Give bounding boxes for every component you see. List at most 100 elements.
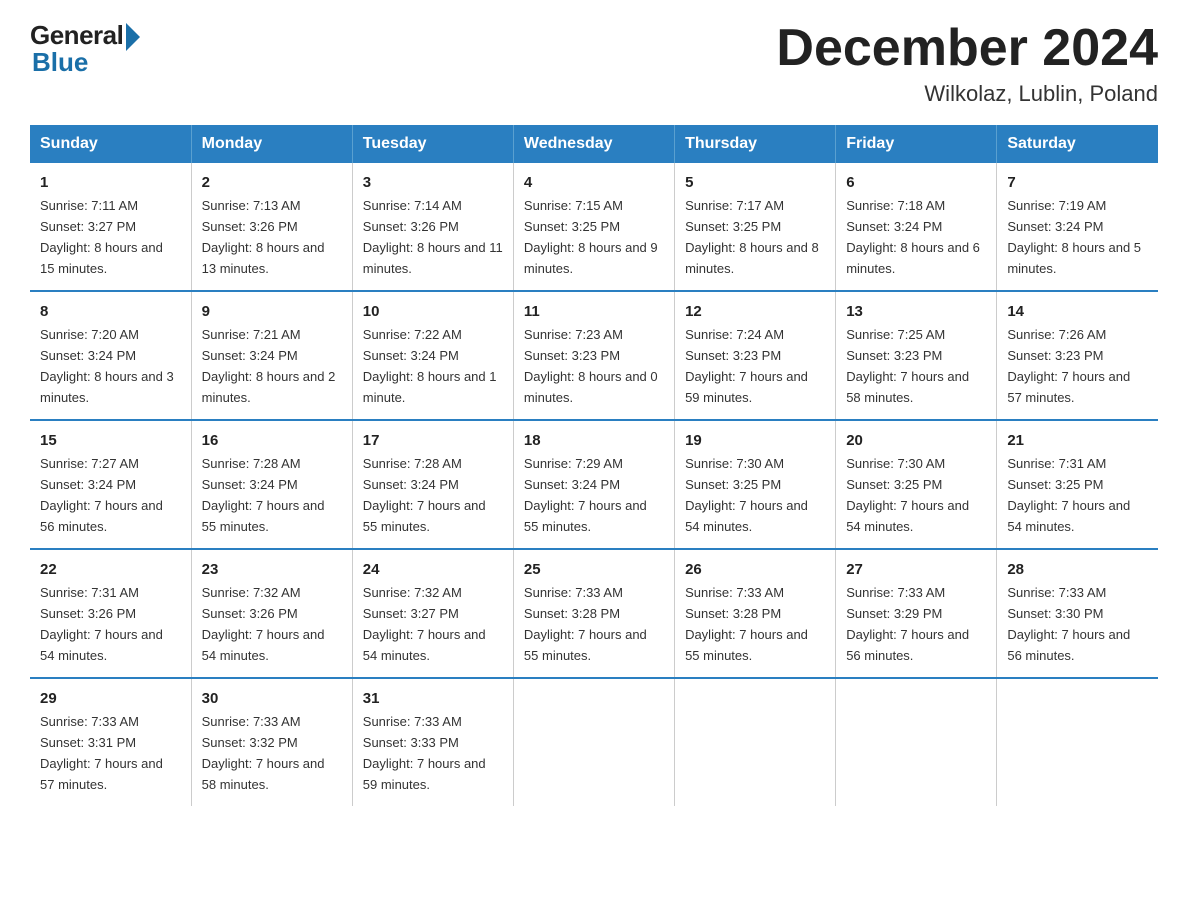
weekday-header-friday: Friday [836,125,997,163]
day-number: 30 [202,687,342,710]
calendar-cell: 13 Sunrise: 7:25 AMSunset: 3:23 PMDayligh… [836,291,997,420]
calendar-week-row: 8Sunrise: 7:20 AMSunset: 3:24 PMDaylight… [30,291,1158,420]
day-info: Sunrise: 7:25 AMSunset: 3:23 PMDaylight:… [846,327,969,405]
day-number: 25 [524,558,664,581]
weekday-header-tuesday: Tuesday [352,125,513,163]
calendar-week-row: 1 Sunrise: 7:11 AMSunset: 3:27 PMDaylight… [30,163,1158,291]
day-info: Sunrise: 7:28 AMSunset: 3:24 PMDaylight:… [363,456,486,534]
day-number: 24 [363,558,503,581]
day-info: Sunrise: 7:33 AMSunset: 3:32 PMDaylight:… [202,714,325,792]
day-info: Sunrise: 7:33 AMSunset: 3:33 PMDaylight:… [363,714,486,792]
day-number: 16 [202,429,342,452]
calendar-cell: 2 Sunrise: 7:13 AMSunset: 3:26 PMDaylight… [191,163,352,291]
calendar-cell: 28Sunrise: 7:33 AMSunset: 3:30 PMDayligh… [997,549,1158,678]
day-info: Sunrise: 7:19 AMSunset: 3:24 PMDaylight:… [1007,198,1141,276]
calendar-cell: 6 Sunrise: 7:18 AMSunset: 3:24 PMDaylight… [836,163,997,291]
calendar-cell: 12Sunrise: 7:24 AMSunset: 3:23 PMDayligh… [675,291,836,420]
calendar-cell: 26Sunrise: 7:33 AMSunset: 3:28 PMDayligh… [675,549,836,678]
calendar-cell: 30 Sunrise: 7:33 AMSunset: 3:32 PMDayligh… [191,678,352,806]
calendar-cell: 16Sunrise: 7:28 AMSunset: 3:24 PMDayligh… [191,420,352,549]
day-info: Sunrise: 7:29 AMSunset: 3:24 PMDaylight:… [524,456,647,534]
day-number: 8 [40,300,181,323]
day-info: Sunrise: 7:30 AMSunset: 3:25 PMDaylight:… [685,456,808,534]
weekday-header-row: SundayMondayTuesdayWednesdayThursdayFrid… [30,125,1158,163]
calendar-cell: 4 Sunrise: 7:15 AMSunset: 3:25 PMDaylight… [513,163,674,291]
calendar-cell: 8Sunrise: 7:20 AMSunset: 3:24 PMDaylight… [30,291,191,420]
logo-blue-text: Blue [32,47,88,78]
calendar-cell: 29Sunrise: 7:33 AMSunset: 3:31 PMDayligh… [30,678,191,806]
calendar-cell: 19Sunrise: 7:30 AMSunset: 3:25 PMDayligh… [675,420,836,549]
calendar-week-row: 29Sunrise: 7:33 AMSunset: 3:31 PMDayligh… [30,678,1158,806]
calendar-cell: 14 Sunrise: 7:26 AMSunset: 3:23 PMDayligh… [997,291,1158,420]
day-number: 5 [685,171,825,194]
day-number: 1 [40,171,181,194]
day-info: Sunrise: 7:24 AMSunset: 3:23 PMDaylight:… [685,327,808,405]
day-info: Sunrise: 7:33 AMSunset: 3:28 PMDaylight:… [685,585,808,663]
calendar-cell: 9 Sunrise: 7:21 AMSunset: 3:24 PMDaylight… [191,291,352,420]
day-info: Sunrise: 7:31 AMSunset: 3:26 PMDaylight:… [40,585,163,663]
calendar-cell: 5 Sunrise: 7:17 AMSunset: 3:25 PMDaylight… [675,163,836,291]
day-number: 13 [846,300,986,323]
calendar-cell: 21 Sunrise: 7:31 AMSunset: 3:25 PMDayligh… [997,420,1158,549]
calendar-cell: 15 Sunrise: 7:27 AMSunset: 3:24 PMDayligh… [30,420,191,549]
day-info: Sunrise: 7:11 AMSunset: 3:27 PMDaylight:… [40,198,163,276]
day-number: 7 [1007,171,1148,194]
calendar-cell: 7 Sunrise: 7:19 AMSunset: 3:24 PMDaylight… [997,163,1158,291]
page-header: General Blue December 2024 Wilkolaz, Lub… [30,20,1158,107]
day-info: Sunrise: 7:27 AMSunset: 3:24 PMDaylight:… [40,456,163,534]
calendar-cell: 17 Sunrise: 7:28 AMSunset: 3:24 PMDayligh… [352,420,513,549]
weekday-header-saturday: Saturday [997,125,1158,163]
day-info: Sunrise: 7:17 AMSunset: 3:25 PMDaylight:… [685,198,819,276]
location-title: Wilkolaz, Lublin, Poland [776,81,1158,107]
day-number: 10 [363,300,503,323]
day-info: Sunrise: 7:23 AMSunset: 3:23 PMDaylight:… [524,327,658,405]
month-title: December 2024 [776,20,1158,77]
calendar-cell: 24 Sunrise: 7:32 AMSunset: 3:27 PMDayligh… [352,549,513,678]
weekday-header-sunday: Sunday [30,125,191,163]
calendar-week-row: 15 Sunrise: 7:27 AMSunset: 3:24 PMDayligh… [30,420,1158,549]
day-number: 27 [846,558,986,581]
weekday-header-monday: Monday [191,125,352,163]
day-number: 3 [363,171,503,194]
day-info: Sunrise: 7:32 AMSunset: 3:27 PMDaylight:… [363,585,486,663]
day-number: 28 [1007,558,1148,581]
calendar-table: SundayMondayTuesdayWednesdayThursdayFrid… [30,125,1158,806]
day-info: Sunrise: 7:33 AMSunset: 3:29 PMDaylight:… [846,585,969,663]
day-number: 29 [40,687,181,710]
day-info: Sunrise: 7:26 AMSunset: 3:23 PMDaylight:… [1007,327,1130,405]
day-number: 15 [40,429,181,452]
day-number: 9 [202,300,342,323]
calendar-cell: 22Sunrise: 7:31 AMSunset: 3:26 PMDayligh… [30,549,191,678]
day-info: Sunrise: 7:30 AMSunset: 3:25 PMDaylight:… [846,456,969,534]
calendar-cell: 31 Sunrise: 7:33 AMSunset: 3:33 PMDayligh… [352,678,513,806]
day-info: Sunrise: 7:13 AMSunset: 3:26 PMDaylight:… [202,198,325,276]
day-info: Sunrise: 7:21 AMSunset: 3:24 PMDaylight:… [202,327,336,405]
day-info: Sunrise: 7:31 AMSunset: 3:25 PMDaylight:… [1007,456,1130,534]
calendar-cell: 20Sunrise: 7:30 AMSunset: 3:25 PMDayligh… [836,420,997,549]
day-info: Sunrise: 7:32 AMSunset: 3:26 PMDaylight:… [202,585,325,663]
calendar-cell: 1 Sunrise: 7:11 AMSunset: 3:27 PMDaylight… [30,163,191,291]
day-info: Sunrise: 7:15 AMSunset: 3:25 PMDaylight:… [524,198,658,276]
calendar-cell [836,678,997,806]
day-info: Sunrise: 7:18 AMSunset: 3:24 PMDaylight:… [846,198,980,276]
day-number: 21 [1007,429,1148,452]
calendar-cell: 10 Sunrise: 7:22 AMSunset: 3:24 PMDayligh… [352,291,513,420]
calendar-cell: 3 Sunrise: 7:14 AMSunset: 3:26 PMDaylight… [352,163,513,291]
day-number: 23 [202,558,342,581]
day-number: 18 [524,429,664,452]
day-number: 6 [846,171,986,194]
day-number: 4 [524,171,664,194]
calendar-cell [997,678,1158,806]
day-number: 17 [363,429,503,452]
day-number: 14 [1007,300,1148,323]
day-number: 2 [202,171,342,194]
weekday-header-thursday: Thursday [675,125,836,163]
day-number: 31 [363,687,503,710]
calendar-cell [513,678,674,806]
calendar-week-row: 22Sunrise: 7:31 AMSunset: 3:26 PMDayligh… [30,549,1158,678]
logo: General Blue [30,20,140,78]
logo-arrow-icon [126,23,140,51]
day-info: Sunrise: 7:14 AMSunset: 3:26 PMDaylight:… [363,198,503,276]
day-info: Sunrise: 7:22 AMSunset: 3:24 PMDaylight:… [363,327,497,405]
calendar-cell: 23 Sunrise: 7:32 AMSunset: 3:26 PMDayligh… [191,549,352,678]
